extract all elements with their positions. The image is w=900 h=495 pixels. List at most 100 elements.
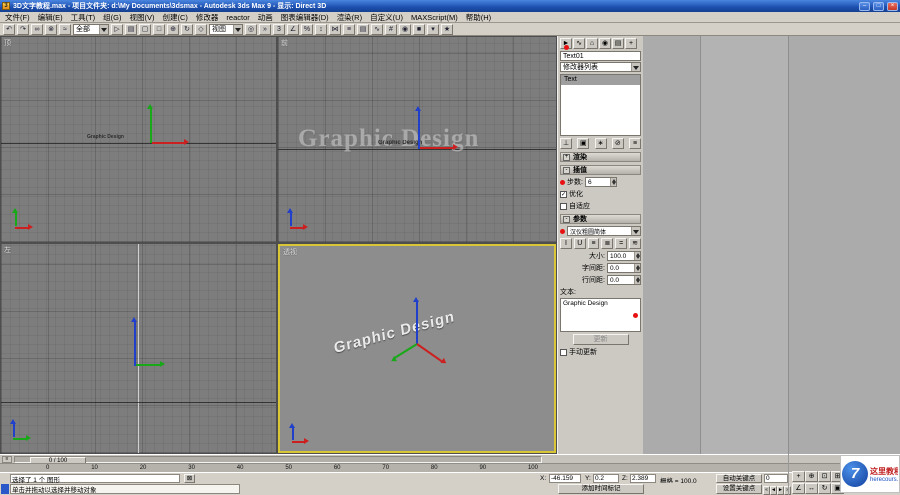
- viewport-perspective[interactable]: 透视 Graphic Design: [278, 244, 556, 453]
- modifier-list-dropdown[interactable]: 修改器列表: [560, 62, 641, 72]
- track-bar[interactable]: 0 10 20 30 40 50 60 70 80 90 100: [0, 463, 900, 472]
- x-coord-field[interactable]: -46.159: [549, 474, 581, 483]
- font-dropdown[interactable]: 汉仪粗圆简体: [567, 226, 641, 236]
- previous-frame-icon[interactable]: ◄: [770, 486, 777, 495]
- menu-item[interactable]: MAXScript(M): [411, 13, 458, 22]
- menu-item[interactable]: 组(G): [103, 12, 121, 23]
- optimize-checkbox[interactable]: ✓: [560, 190, 567, 198]
- justify-button[interactable]: ≋: [629, 238, 641, 249]
- spinner-arrows-icon[interactable]: [609, 178, 616, 186]
- viewport-top[interactable]: 顶 Graphic Design: [1, 37, 276, 242]
- tab-modify-icon[interactable]: ∿: [573, 38, 585, 49]
- auto-key-button[interactable]: 自动关键点: [716, 474, 762, 483]
- use-pivot-center-icon[interactable]: ◎: [245, 23, 257, 35]
- gizmo-x-axis[interactable]: [416, 343, 443, 363]
- rollout-rendering[interactable]: + 渲染: [560, 152, 641, 162]
- align-center-button[interactable]: ≣: [601, 238, 614, 249]
- select-and-manipulate-icon[interactable]: »: [259, 23, 271, 35]
- underline-button[interactable]: U: [573, 238, 586, 249]
- mirror-icon[interactable]: ⋈: [329, 23, 341, 35]
- spinner-arrows-icon[interactable]: [634, 264, 640, 272]
- spinner-arrows-icon[interactable]: [634, 276, 640, 284]
- unlink-selection-icon[interactable]: ⊗: [45, 23, 57, 35]
- reference-coordinate-dropdown[interactable]: 视图: [209, 23, 243, 35]
- menu-item[interactable]: 视图(V): [130, 12, 155, 23]
- gizmo-y-axis[interactable]: [136, 361, 165, 367]
- maximize-button[interactable]: □: [873, 1, 884, 11]
- select-and-scale-icon[interactable]: ◇: [195, 23, 207, 35]
- z-coord-field[interactable]: 2.389: [630, 474, 656, 483]
- configure-modifier-sets-button[interactable]: ≡: [629, 138, 641, 149]
- viewport-front[interactable]: 前 Graphic Design Graphic Design: [278, 37, 556, 242]
- set-key-button[interactable]: 设置关键点: [716, 484, 762, 494]
- spinner-snap-icon[interactable]: ↕: [315, 23, 327, 35]
- tab-display-icon[interactable]: ▤: [612, 38, 624, 49]
- add-time-tag-button[interactable]: 添加时间标记: [558, 484, 644, 494]
- field-of-view-icon[interactable]: ∠: [792, 482, 805, 494]
- minimize-button[interactable]: –: [859, 1, 870, 11]
- undo-icon[interactable]: ↶: [3, 23, 15, 35]
- remove-modifier-button[interactable]: ⊘: [611, 138, 624, 149]
- menu-item[interactable]: 渲染(R): [337, 12, 362, 23]
- pan-icon[interactable]: ↔: [805, 482, 818, 494]
- align-icon[interactable]: ≡: [343, 23, 355, 35]
- menu-item[interactable]: 创建(C): [163, 12, 188, 23]
- tab-motion-icon[interactable]: ◉: [599, 38, 611, 49]
- render-scene-icon[interactable]: ■: [413, 23, 425, 35]
- pin-stack-button[interactable]: ⊥: [560, 138, 572, 149]
- select-object-icon[interactable]: ▷: [111, 23, 123, 35]
- menu-item[interactable]: 自定义(U): [370, 12, 403, 23]
- show-end-result-button[interactable]: ▣: [577, 138, 590, 149]
- select-and-link-icon[interactable]: ∞: [31, 23, 43, 35]
- menu-item[interactable]: 图表编辑器(D): [281, 12, 329, 23]
- text-input-area[interactable]: Graphic Design: [560, 298, 641, 332]
- menu-item[interactable]: 帮助(H): [466, 12, 491, 23]
- collapse-icon[interactable]: -: [563, 166, 570, 174]
- rectangular-selection-region-icon[interactable]: ▢: [139, 23, 151, 35]
- current-frame-field[interactable]: 0: [764, 474, 788, 483]
- expand-icon[interactable]: +: [563, 153, 570, 161]
- curve-editor-icon[interactable]: ∿: [371, 23, 383, 35]
- tab-utilities-icon[interactable]: +: [625, 38, 637, 49]
- viewport-label[interactable]: 左: [4, 245, 11, 255]
- italic-button[interactable]: I: [560, 238, 572, 249]
- gizmo-y-axis[interactable]: [147, 104, 153, 143]
- quick-render-icon[interactable]: ★: [441, 23, 453, 35]
- align-right-button[interactable]: =: [615, 238, 628, 249]
- menu-item[interactable]: 编辑(E): [38, 12, 63, 23]
- gizmo-z-axis[interactable]: [131, 317, 137, 366]
- viewport-label[interactable]: 前: [281, 38, 288, 48]
- viewport-left[interactable]: 左: [1, 244, 276, 453]
- zoom-all-icon[interactable]: ⊕: [805, 471, 818, 482]
- window-crossing-toggle-icon[interactable]: □: [153, 23, 165, 35]
- gizmo-y-axis[interactable]: [394, 343, 418, 359]
- menu-item[interactable]: reactor: [226, 13, 249, 22]
- play-icon[interactable]: ►: [777, 486, 784, 495]
- snaps-toggle-icon[interactable]: 3: [273, 23, 285, 35]
- spinner-arrows-icon[interactable]: [634, 252, 640, 260]
- redo-icon[interactable]: ↷: [17, 23, 29, 35]
- text-spline[interactable]: Graphic Design: [87, 134, 124, 140]
- go-to-start-icon[interactable]: «: [763, 486, 770, 495]
- align-left-button[interactable]: ≡: [587, 238, 600, 249]
- size-spinner[interactable]: 100.0: [607, 251, 641, 261]
- rollout-interpolation[interactable]: - 插值: [560, 165, 641, 175]
- y-coord-field[interactable]: 0.2: [593, 474, 619, 483]
- collapse-icon[interactable]: -: [563, 215, 570, 223]
- percent-snap-icon[interactable]: %: [301, 23, 313, 35]
- update-button[interactable]: 更新: [572, 334, 629, 345]
- gizmo-x-axis[interactable]: [152, 139, 189, 145]
- zoom-icon[interactable]: +: [792, 471, 805, 482]
- manual-update-checkbox[interactable]: [560, 348, 567, 356]
- select-by-name-icon[interactable]: ▤: [125, 23, 137, 35]
- lock-selection-toggle[interactable]: ⊠: [184, 474, 195, 483]
- make-unique-button[interactable]: ∗: [594, 138, 607, 149]
- modifier-stack-item[interactable]: Text: [561, 75, 640, 85]
- arc-rotate-icon[interactable]: ↻: [818, 482, 831, 494]
- text-spline[interactable]: Graphic Design: [378, 140, 422, 146]
- angle-snap-icon[interactable]: ∠: [287, 23, 299, 35]
- schematic-view-icon[interactable]: #: [385, 23, 397, 35]
- adaptive-checkbox[interactable]: [560, 202, 567, 210]
- gizmo-z-axis[interactable]: [413, 297, 419, 344]
- select-and-move-icon[interactable]: ⊕: [167, 23, 179, 35]
